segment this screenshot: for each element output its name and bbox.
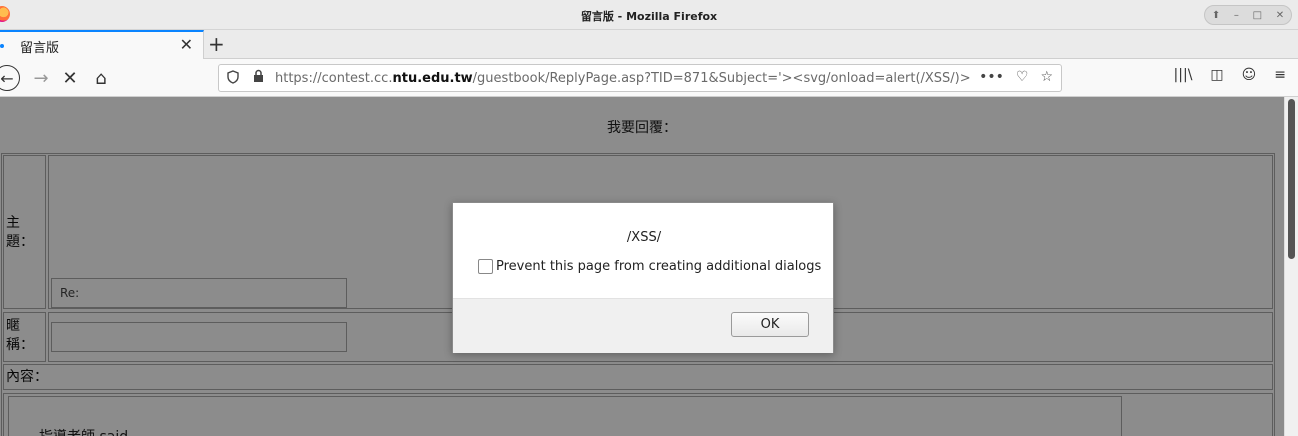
page-actions-button[interactable]: ••• <box>979 69 1004 85</box>
dialog-footer: OK <box>453 298 833 353</box>
home-button[interactable]: ⌂ <box>88 65 114 91</box>
url-text[interactable]: https://contest.cc.ntu.edu.tw/guestbook/… <box>275 71 971 86</box>
navigation-toolbar: ← → ✕ ⌂ https://contest.cc.ntu.edu.tw/gu… <box>0 59 1298 97</box>
window-controls: ⬆ – □ ✕ <box>1204 5 1292 25</box>
alert-dialog: /XSS/ Prevent this page from creating ad… <box>452 202 834 353</box>
alert-message: /XSS/ <box>626 230 662 245</box>
back-button[interactable]: ← <box>0 65 20 91</box>
tab-strip: 留言版 ✕ + <box>0 30 1298 59</box>
url-suffix: /guestbook/ReplyPage.asp?TID=871&Subject… <box>472 71 971 86</box>
account-icon[interactable]: ☺ <box>1242 67 1257 83</box>
bookmark-star-icon[interactable]: ☆ <box>1040 69 1053 85</box>
tracking-protection-icon[interactable] <box>227 70 239 88</box>
menu-icon[interactable]: ≡ <box>1274 67 1286 83</box>
window-raise-button[interactable]: ⬆ <box>1212 10 1220 21</box>
tab-guestbook[interactable]: 留言版 ✕ <box>0 30 204 59</box>
window-minimize-button[interactable]: – <box>1234 10 1239 21</box>
library-icon[interactable]: |||\ <box>1174 67 1193 83</box>
url-actions: ••• ♡ ☆ <box>979 69 1053 85</box>
window-title: 留言版 - Mozilla Firefox <box>580 10 718 23</box>
url-domain: ntu.edu.tw <box>392 71 473 86</box>
prevent-dialogs-checkbox[interactable] <box>478 259 493 274</box>
url-bar[interactable]: https://contest.cc.ntu.edu.tw/guestbook/… <box>218 64 1062 92</box>
scrollbar-thumb[interactable] <box>1288 99 1295 259</box>
page-scrollbar[interactable] <box>1284 97 1298 436</box>
tab-label: 留言版 <box>20 41 60 56</box>
window-close-button[interactable]: ✕ <box>1276 10 1284 21</box>
sidebar-icon[interactable]: ◫ <box>1210 67 1223 83</box>
prevent-dialogs-row[interactable]: Prevent this page from creating addition… <box>478 259 821 274</box>
tab-close-button[interactable]: ✕ <box>180 35 193 54</box>
new-tab-button[interactable]: + <box>208 32 225 56</box>
window-maximize-button[interactable]: □ <box>1253 10 1262 21</box>
tab-loading-dot-icon <box>0 44 4 48</box>
url-prefix: https://contest.cc. <box>275 71 393 86</box>
lock-icon[interactable] <box>253 69 264 86</box>
stop-button[interactable]: ✕ <box>57 65 83 91</box>
toolbar-right: |||\ ◫ ☺ ≡ <box>1174 67 1298 83</box>
forward-button[interactable]: → <box>28 65 54 91</box>
pocket-icon[interactable]: ♡ <box>1016 69 1029 85</box>
ok-button[interactable]: OK <box>731 312 809 337</box>
prevent-dialogs-label[interactable]: Prevent this page from creating addition… <box>496 259 821 274</box>
window-titlebar: 留言版 - Mozilla Firefox ⬆ – □ ✕ <box>0 0 1298 30</box>
